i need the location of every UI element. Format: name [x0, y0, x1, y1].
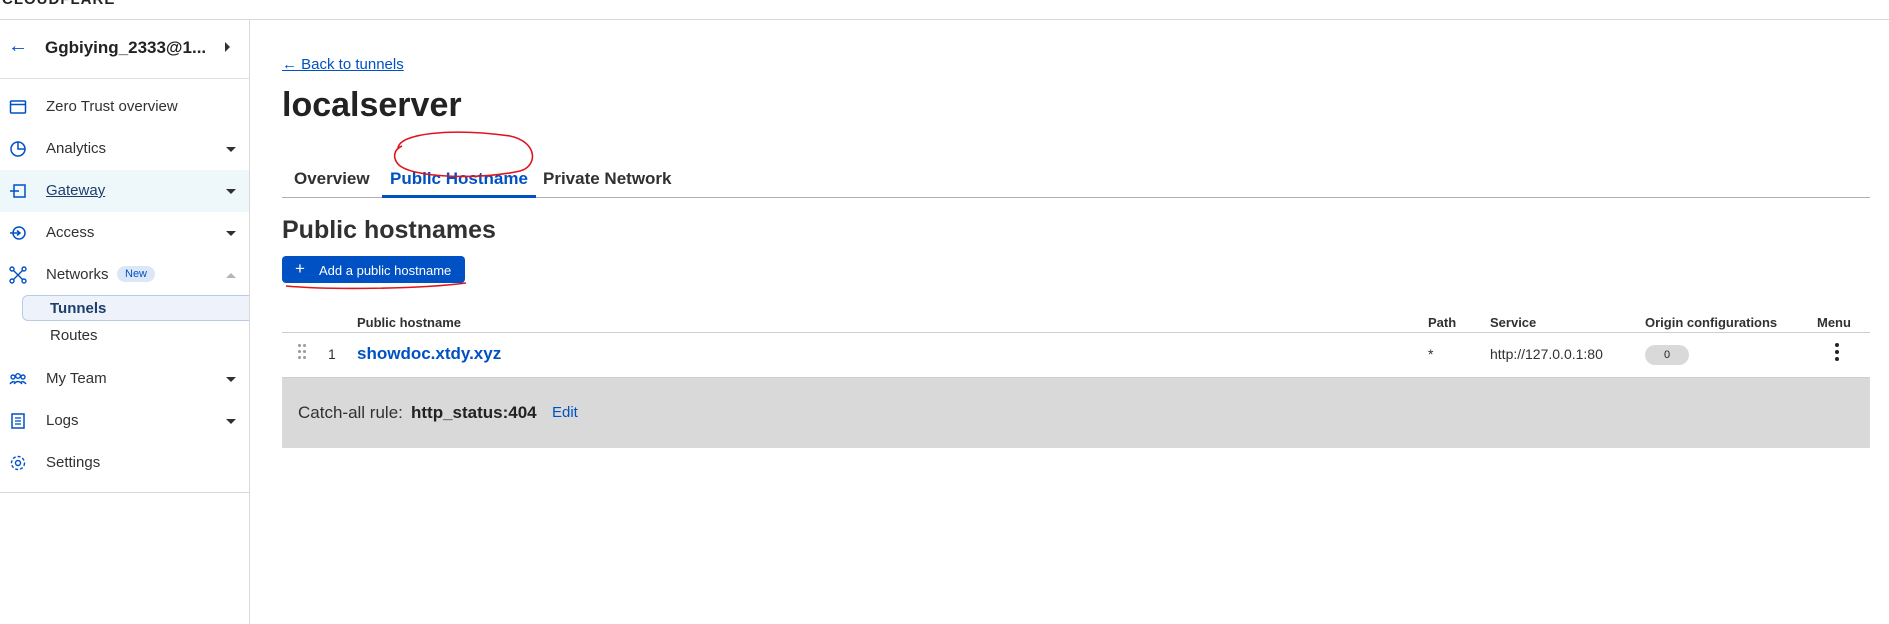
sidebar-item-zero-trust-overview[interactable]: Zero Trust overview — [0, 86, 249, 128]
sidebar: ← Ggbiying_2333@1... Zero Trust overview… — [0, 20, 250, 624]
section-title: Public hostnames — [282, 216, 496, 244]
column-header-path: Path — [1428, 315, 1457, 330]
gear-icon — [10, 455, 26, 471]
catch-all-label: Catch-all rule: — [298, 403, 403, 422]
gateway-icon — [10, 184, 26, 198]
chevron-down-icon[interactable] — [226, 419, 236, 424]
sidebar-item-label: Networks — [46, 266, 109, 283]
network-icon — [9, 266, 27, 284]
hostname-link[interactable]: showdoc.xtdy.xyz — [357, 344, 501, 364]
column-header-service: Service — [1490, 315, 1537, 330]
sidebar-item-label: Zero Trust overview — [46, 98, 178, 115]
sidebar-item-access[interactable]: Access — [0, 212, 249, 254]
column-header-public-hostname: Public hostname — [357, 315, 462, 330]
chevron-down-icon[interactable] — [226, 147, 236, 152]
row-index: 1 — [328, 346, 336, 362]
origin-configurations-count: 0 — [1645, 345, 1689, 365]
chevron-up-icon[interactable] — [226, 273, 236, 278]
logs-icon — [11, 413, 25, 429]
annotation-underline — [285, 282, 467, 290]
sidebar-subitem-tunnels[interactable]: Tunnels — [22, 295, 249, 321]
table-row[interactable]: 1 showdoc.xtdy.xyz * http://127.0.0.1:80… — [282, 333, 1870, 378]
row-service: http://127.0.0.1:80 — [1490, 346, 1603, 362]
sidebar-subitem-routes[interactable]: Routes — [22, 323, 249, 349]
sidebar-item-label: Settings — [46, 454, 101, 471]
new-badge: New — [117, 266, 156, 282]
table-header: Public hostname Path Service Origin conf… — [282, 310, 1870, 333]
sidebar-item-label: Gateway — [46, 182, 106, 199]
catch-all-edit-link[interactable]: Edit — [552, 404, 578, 421]
chevron-down-icon[interactable] — [226, 377, 236, 382]
back-to-tunnels-link[interactable]: ← Back to tunnels — [282, 56, 404, 73]
column-header-menu: Menu — [1817, 315, 1851, 330]
sidebar-item-my-team[interactable]: My Team — [0, 358, 249, 400]
chevron-down-icon[interactable] — [226, 189, 236, 194]
sidebar-item-label: Logs — [46, 412, 79, 429]
back-arrow-icon[interactable]: ← — [8, 36, 28, 57]
top-bar: CLOUDFLARE — [0, 0, 1889, 20]
add-public-hostname-button[interactable]: + Add a public hostname — [282, 256, 465, 283]
sidebar-item-label: Analytics — [46, 140, 107, 157]
button-label: Add a public hostname — [319, 263, 452, 278]
sidebar-subitem-label: Routes — [50, 327, 98, 344]
page-title: localserver — [282, 86, 462, 124]
sidebar-item-label: My Team — [46, 370, 107, 387]
browser-window-icon — [9, 100, 27, 114]
team-icon — [9, 373, 27, 385]
sidebar-item-label: Access — [46, 224, 95, 241]
sidebar-subitem-label: Tunnels — [50, 300, 107, 317]
access-icon — [10, 226, 26, 240]
pie-chart-icon — [10, 141, 26, 157]
drag-handle-icon[interactable] — [298, 344, 308, 364]
catch-all-value: http_status:404 — [411, 403, 537, 422]
tab-private-network[interactable]: Private Network — [543, 169, 672, 195]
sidebar-divider — [0, 492, 249, 493]
column-header-origin-configurations: Origin configurations — [1645, 315, 1778, 330]
plus-icon: + — [295, 259, 305, 278]
sidebar-item-networks[interactable]: Networks New — [0, 254, 249, 296]
kebab-menu-icon[interactable] — [1835, 343, 1839, 363]
chevron-down-icon[interactable] — [226, 231, 236, 236]
account-name: Ggbiying_2333@1... — [45, 38, 207, 57]
sidebar-item-settings[interactable]: Settings — [0, 442, 249, 484]
catch-all-rule: Catch-all rule: http_status:404 Edit — [282, 378, 1870, 448]
chevron-right-icon[interactable] — [225, 42, 230, 52]
row-path: * — [1428, 346, 1434, 362]
sidebar-item-gateway[interactable]: Gateway — [0, 170, 249, 212]
brand-logo-text: CLOUDFLARE — [2, 0, 115, 8]
tab-public-hostname[interactable]: Public Hostname — [382, 169, 536, 198]
tab-bar: Overview Public Hostname Private Network — [282, 146, 1870, 198]
sidebar-item-analytics[interactable]: Analytics — [0, 128, 249, 170]
sidebar-item-logs[interactable]: Logs — [0, 400, 249, 442]
account-switcher[interactable]: ← Ggbiying_2333@1... — [0, 20, 249, 79]
tab-overview[interactable]: Overview — [294, 169, 370, 195]
